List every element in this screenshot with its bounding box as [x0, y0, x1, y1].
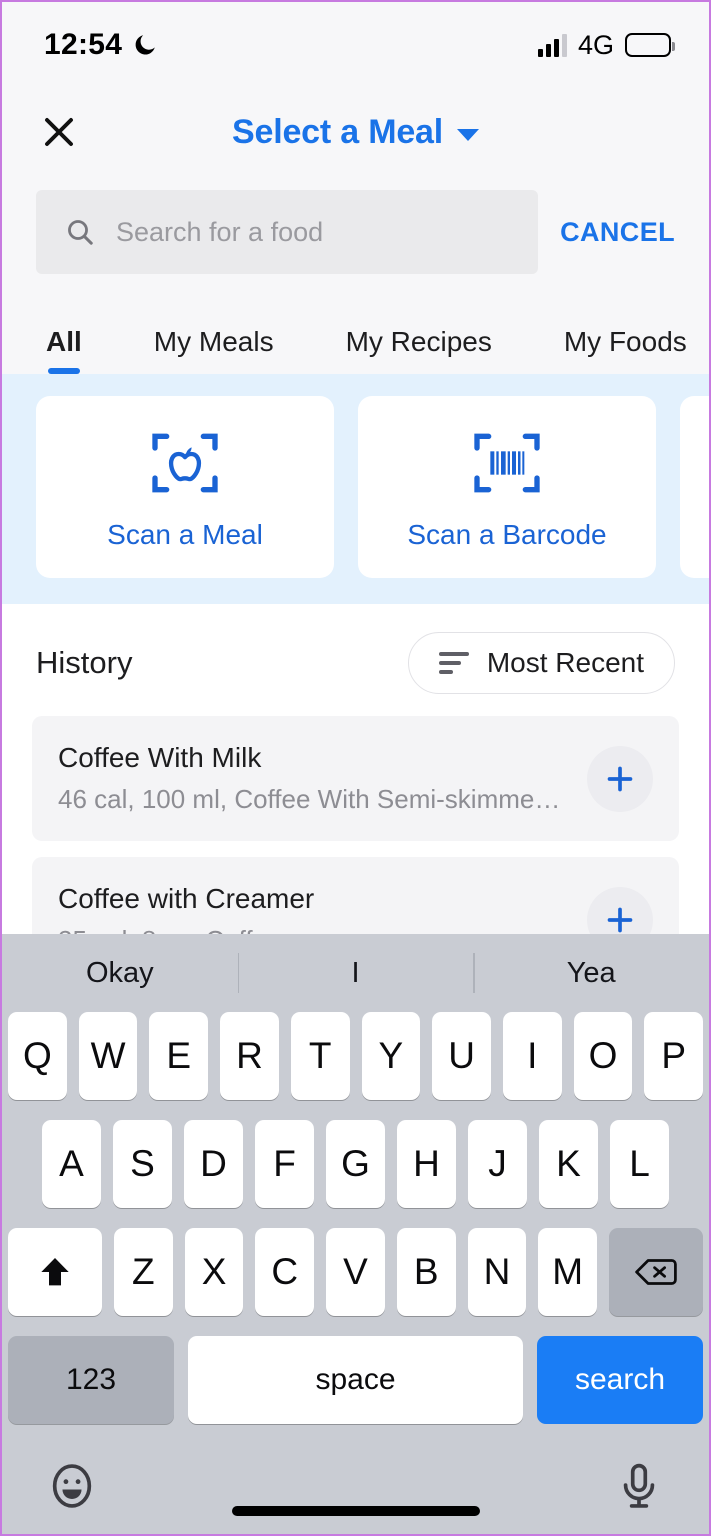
- key-t[interactable]: T: [290, 1012, 350, 1100]
- key-m[interactable]: M: [538, 1228, 598, 1316]
- scan-a-barcode-card[interactable]: Scan a Barcode: [358, 396, 656, 578]
- key-y[interactable]: Y: [361, 1012, 421, 1100]
- scan-a-barcode-label: Scan a Barcode: [407, 519, 607, 550]
- key-e[interactable]: E: [149, 1012, 209, 1100]
- key-k[interactable]: K: [539, 1120, 598, 1208]
- status-bar-clock: 12:54: [44, 28, 123, 61]
- prediction-1[interactable]: Okay: [2, 957, 238, 990]
- tab-all[interactable]: All: [46, 326, 82, 374]
- predictive-text-bar: Okay I Yea: [2, 934, 709, 1012]
- key-p[interactable]: P: [644, 1012, 704, 1100]
- page-title: Select a Meal: [232, 112, 443, 151]
- battery-icon: [625, 33, 675, 57]
- key-s[interactable]: S: [113, 1120, 172, 1208]
- search-input[interactable]: Search for a food: [36, 190, 539, 274]
- shift-key[interactable]: [7, 1228, 102, 1316]
- prediction-2[interactable]: I: [238, 957, 474, 990]
- key-l[interactable]: L: [610, 1120, 669, 1208]
- key-q[interactable]: Q: [7, 1012, 67, 1100]
- scan-card-partial-next[interactable]: [680, 396, 709, 578]
- keyboard-row-3: Z X C V B N M: [2, 1228, 709, 1316]
- shift-up-arrow-icon: [41, 1258, 69, 1286]
- sort-order-label: Most Recent: [486, 647, 644, 678]
- microphone-icon: [623, 1463, 655, 1508]
- search-placeholder-text: Search for a food: [116, 216, 324, 247]
- key-c[interactable]: C: [255, 1228, 315, 1316]
- emoji-key[interactable]: [46, 1460, 98, 1517]
- history-header: History Most Recent: [32, 604, 679, 716]
- scan-a-meal-label: Scan a Meal: [107, 519, 263, 550]
- plus-icon: [607, 766, 633, 791]
- history-title: History: [36, 645, 133, 680]
- status-bar-left: 12:54: [44, 28, 158, 62]
- numbers-key[interactable]: 123: [8, 1336, 174, 1424]
- key-j[interactable]: J: [468, 1120, 527, 1208]
- backspace-key[interactable]: [609, 1228, 704, 1316]
- key-g[interactable]: G: [326, 1120, 385, 1208]
- search-key[interactable]: search: [537, 1336, 703, 1424]
- cellular-bars-icon: [537, 33, 567, 57]
- key-n[interactable]: N: [467, 1228, 527, 1316]
- network-type-label: 4G: [577, 29, 614, 60]
- chevron-down-icon[interactable]: [456, 128, 479, 141]
- prediction-3[interactable]: Yea: [473, 957, 709, 990]
- search-row: Search for a food CANCEL: [2, 176, 709, 296]
- status-bar-right: 4G: [537, 29, 675, 61]
- cancel-search-button[interactable]: CANCEL: [560, 217, 675, 248]
- food-item-description: 46 cal, 100 ml, Coffee With Semi-skimme…: [58, 784, 561, 814]
- food-item-name: Coffee With Milk: [58, 742, 262, 773]
- food-item-name: Coffee with Creamer: [58, 883, 315, 914]
- on-screen-keyboard: Okay I Yea Q W E R T Y U I O P A S D F G…: [2, 934, 709, 1534]
- sort-descending-icon: [438, 652, 469, 674]
- key-f[interactable]: F: [255, 1120, 314, 1208]
- backspace-delete-icon: [635, 1259, 677, 1285]
- sort-order-button[interactable]: Most Recent: [407, 632, 675, 694]
- tab-my-meals[interactable]: My Meals: [154, 326, 274, 374]
- moon-icon: [135, 35, 155, 55]
- plus-icon: [607, 907, 633, 932]
- food-item-text: Coffee With Milk 46 cal, 100 ml, Coffee …: [58, 742, 560, 815]
- key-o[interactable]: O: [573, 1012, 633, 1100]
- keyboard-bottom-bar: [2, 1442, 709, 1534]
- phone-screen: 12:54 4G Select a Meal Search for a food…: [0, 0, 711, 1536]
- tab-my-recipes[interactable]: My Recipes: [346, 326, 492, 374]
- key-i[interactable]: I: [502, 1012, 562, 1100]
- list-item[interactable]: Coffee With Milk 46 cal, 100 ml, Coffee …: [32, 716, 679, 841]
- key-a[interactable]: A: [42, 1120, 101, 1208]
- space-key[interactable]: space: [188, 1336, 523, 1424]
- history-section: History Most Recent Coffee With Milk 46 …: [2, 604, 709, 982]
- emoji-smiley-icon: [52, 1463, 92, 1508]
- search-icon: [68, 220, 93, 245]
- scan-options-carousel[interactable]: Scan a Meal Scan a Barcode: [2, 374, 709, 604]
- dictation-key[interactable]: [613, 1460, 665, 1517]
- key-r[interactable]: R: [220, 1012, 279, 1100]
- tab-bar: All My Meals My Recipes My Foods: [2, 296, 709, 374]
- keyboard-row-4: 123 space search: [2, 1336, 709, 1424]
- add-food-button[interactable]: [587, 745, 653, 812]
- key-b[interactable]: B: [396, 1228, 456, 1316]
- key-u[interactable]: U: [432, 1012, 491, 1100]
- tab-my-foods[interactable]: My Foods: [564, 326, 687, 374]
- keyboard-row-2: A S D F G H J K L: [2, 1120, 709, 1208]
- navigation-title-group: Select a Meal: [2, 88, 709, 176]
- key-d[interactable]: D: [184, 1120, 243, 1208]
- key-v[interactable]: V: [326, 1228, 385, 1316]
- key-z[interactable]: Z: [113, 1228, 173, 1316]
- status-bar: 12:54 4G: [2, 2, 709, 88]
- key-x[interactable]: X: [184, 1228, 244, 1316]
- keyboard-row-1: Q W E R T Y U I O P: [2, 1012, 709, 1100]
- home-indicator: [231, 1506, 480, 1516]
- key-w[interactable]: W: [78, 1012, 138, 1100]
- scan-apple-icon: [152, 433, 218, 493]
- navigation-bar: Select a Meal: [2, 88, 709, 176]
- close-x-icon: [45, 118, 73, 146]
- scan-a-meal-card[interactable]: Scan a Meal: [36, 396, 334, 578]
- key-h[interactable]: H: [397, 1120, 456, 1208]
- scan-barcode-icon: [474, 433, 540, 493]
- close-button[interactable]: [36, 109, 82, 155]
